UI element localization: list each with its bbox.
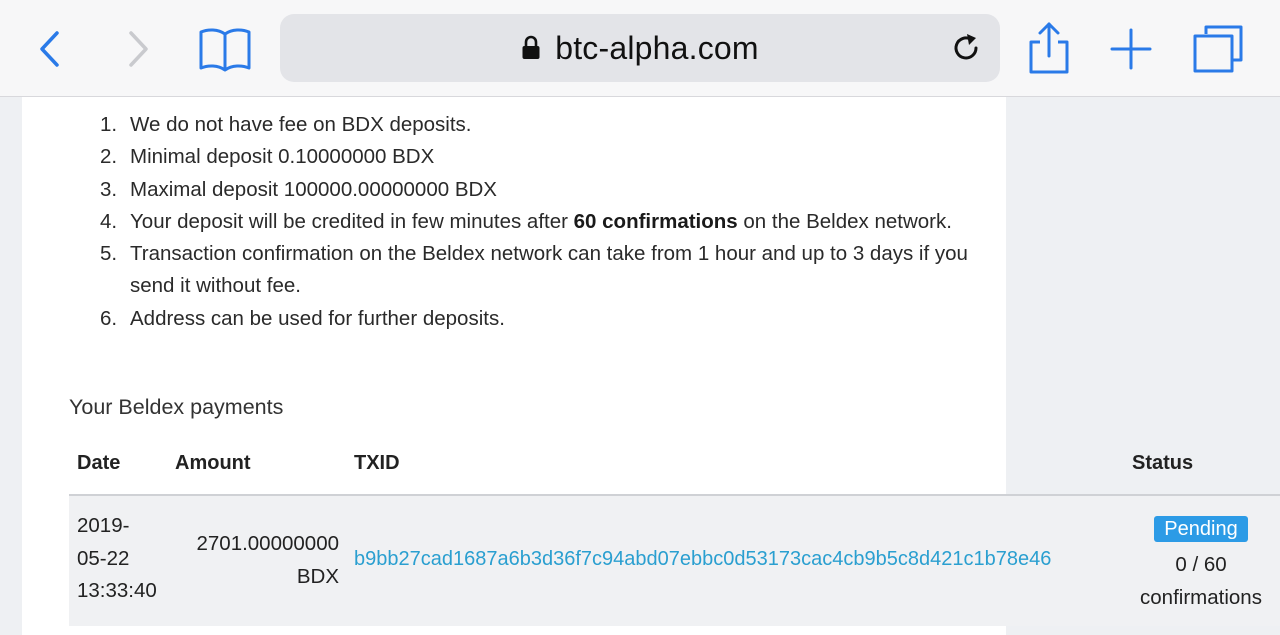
deposit-rules-list: 1. We do not have fee on BDX deposits. 2… (100, 109, 970, 335)
reload-button[interactable] (946, 28, 986, 68)
list-number: 3. (100, 177, 118, 201)
list-item: 4. Your deposit will be credited in few … (100, 206, 970, 238)
list-number: 6. (100, 306, 118, 330)
lock-icon (522, 35, 540, 59)
list-text: Transaction confirmation on the Beldex n… (130, 242, 968, 298)
list-text-part: Your deposit will be credited in few min… (130, 209, 574, 233)
column-header-date: Date (77, 452, 121, 474)
plus-icon (1110, 28, 1152, 70)
payment-status: Pending 0 / 60 confirmations (1131, 513, 1271, 614)
status-badge: Pending (1154, 516, 1248, 542)
confirmations-label: confirmations (1140, 585, 1262, 609)
chevron-left-icon (40, 31, 59, 67)
chevron-right-icon (129, 31, 148, 67)
reload-icon (954, 34, 978, 60)
confirmations-count: 0 / 60 (1175, 552, 1227, 576)
list-item: 3. Maximal deposit 100000.00000000 BDX (100, 174, 970, 206)
list-text: Address can be used for further deposits… (130, 306, 505, 330)
list-number: 1. (100, 113, 118, 136)
tabs-button[interactable] (1190, 22, 1246, 76)
amount-value: 2701.00000000 (196, 532, 339, 555)
confirmations-emphasis: 60 confirmations (573, 209, 738, 233)
browser-toolbar: btc-alpha.com (0, 0, 1280, 97)
list-text: Minimal deposit 0.10000000 BDX (130, 145, 435, 169)
list-text: Maximal deposit 100000.00000000 BDX (130, 177, 497, 201)
address-bar[interactable]: btc-alpha.com (280, 14, 1000, 82)
payment-amount: 2701.00000000 BDX (181, 528, 339, 593)
url-text: btc-alpha.com (555, 29, 759, 66)
list-number: 5. (100, 242, 118, 266)
list-text: We do not have fee on BDX deposits. (130, 113, 472, 136)
date-line: 2019- (77, 514, 130, 537)
list-text: Your deposit will be credited in few min… (130, 206, 970, 238)
table-row: 2019- 05-22 13:33:40 2701.00000000 BDX b… (69, 496, 1280, 626)
column-header-txid: TXID (354, 452, 400, 474)
date-line: 05-22 (77, 546, 130, 570)
txid-link[interactable]: b9bb27cad1687a6b3d36f7c94abd07ebbc0d5317… (354, 543, 1051, 576)
forward-button[interactable] (116, 24, 160, 74)
list-number: 4. (100, 209, 118, 233)
list-item: 1. We do not have fee on BDX deposits. (100, 109, 970, 141)
list-number: 2. (100, 145, 118, 169)
time-line: 13:33:40 (77, 579, 157, 602)
tabs-icon (1193, 25, 1243, 73)
share-button[interactable] (1024, 18, 1074, 78)
list-item: 5. Transaction confirmation on the Belde… (100, 238, 970, 303)
book-icon (199, 28, 251, 72)
share-icon (1029, 22, 1069, 74)
list-text-part: on the Beldex network. (737, 209, 952, 233)
list-item: 6. Address can be used for further depos… (100, 303, 970, 335)
new-tab-button[interactable] (1104, 22, 1158, 76)
back-button[interactable] (28, 24, 72, 74)
column-header-amount: Amount (175, 452, 251, 474)
payment-date: 2019- 05-22 13:33:40 (77, 510, 167, 608)
bookmarks-button[interactable] (196, 22, 254, 76)
payments-title: Your Beldex payments (69, 395, 284, 419)
page-content: 1. We do not have fee on BDX deposits. 2… (0, 97, 1280, 635)
list-item: 2. Minimal deposit 0.10000000 BDX (100, 141, 970, 173)
amount-unit: BDX (296, 564, 339, 588)
column-header-status: Status (1132, 452, 1194, 474)
